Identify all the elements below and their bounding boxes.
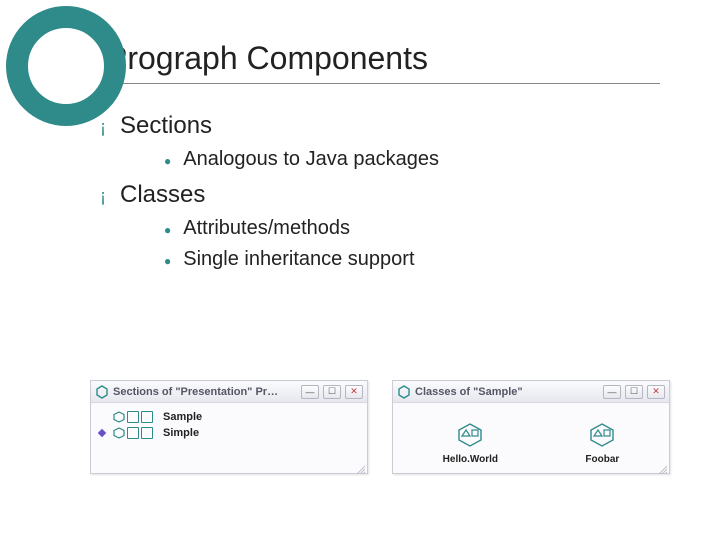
windows-row: Sections of "Presentation" Pr… — ☐ ✕ Sam… <box>90 380 670 474</box>
class-item[interactable]: Hello.World <box>443 422 498 465</box>
section-glyphs <box>113 427 153 439</box>
section-glyphs <box>113 411 153 423</box>
hex-icon <box>113 427 125 439</box>
resize-handle-icon[interactable] <box>657 461 667 471</box>
classes-window-title: Classes of "Sample" <box>415 386 599 398</box>
close-button[interactable]: ✕ <box>647 385 665 399</box>
box-icon <box>127 411 139 423</box>
class-item[interactable]: Foobar <box>585 422 619 465</box>
class-icon <box>455 422 485 448</box>
section-item[interactable]: Sample <box>99 409 359 425</box>
minimize-button[interactable]: — <box>603 385 621 399</box>
box-icon <box>141 427 153 439</box>
ring-bullet-icon: ¡ <box>100 184 106 208</box>
bullet-classes: ¡ Classes <box>100 181 670 209</box>
sections-window: Sections of "Presentation" Pr… — ☐ ✕ Sam… <box>90 380 368 474</box>
subbullet-classes-0: ● Attributes/methods <box>164 217 670 240</box>
maximize-button[interactable]: ☐ <box>625 385 643 399</box>
hex-icon <box>397 385 411 399</box>
slide-title: Prograph Components <box>106 40 670 77</box>
bullet-sections-label: Sections <box>120 112 212 140</box>
class-item-label: Hello.World <box>443 454 498 465</box>
section-item-label: Simple <box>163 427 199 439</box>
bullet-classes-label: Classes <box>120 181 205 209</box>
accent-circle <box>6 6 126 126</box>
sections-window-titlebar[interactable]: Sections of "Presentation" Pr… — ☐ ✕ <box>91 381 367 403</box>
class-item-label: Foobar <box>585 454 619 465</box>
section-item-label: Sample <box>163 411 202 423</box>
classes-window: Classes of "Sample" — ☐ ✕ Hello.World <box>392 380 670 474</box>
sections-window-title: Sections of "Presentation" Pr… <box>113 386 297 398</box>
maximize-button[interactable]: ☐ <box>323 385 341 399</box>
hex-icon <box>113 411 125 423</box>
ring-bullet-icon: ¡ <box>100 115 106 139</box>
box-icon <box>141 411 153 423</box>
dot-bullet-icon: ● <box>164 220 171 240</box>
class-icon <box>587 422 617 448</box>
subbullet-sections-0: ● Analogous to Java packages <box>164 148 670 171</box>
dot-bullet-icon: ● <box>164 251 171 271</box>
classes-window-body: Hello.World Foobar <box>393 403 669 473</box>
dot-bullet-icon: ● <box>164 151 171 171</box>
title-underline <box>106 83 660 84</box>
box-icon <box>127 427 139 439</box>
sections-window-body: Sample Simple <box>91 403 367 473</box>
subbullet-classes-1: ● Single inheritance support <box>164 248 670 271</box>
close-button[interactable]: ✕ <box>345 385 363 399</box>
subbullet-sections-0-label: Analogous to Java packages <box>183 148 439 171</box>
resize-handle-icon[interactable] <box>355 461 365 471</box>
minimize-button[interactable]: — <box>301 385 319 399</box>
subbullet-classes-1-label: Single inheritance support <box>183 248 414 271</box>
bullet-sections: ¡ Sections <box>100 112 670 140</box>
classes-window-titlebar[interactable]: Classes of "Sample" — ☐ ✕ <box>393 381 669 403</box>
marker-icon <box>98 429 106 437</box>
section-item[interactable]: Simple <box>99 425 359 441</box>
hex-icon <box>95 385 109 399</box>
subbullet-classes-0-label: Attributes/methods <box>183 217 350 240</box>
